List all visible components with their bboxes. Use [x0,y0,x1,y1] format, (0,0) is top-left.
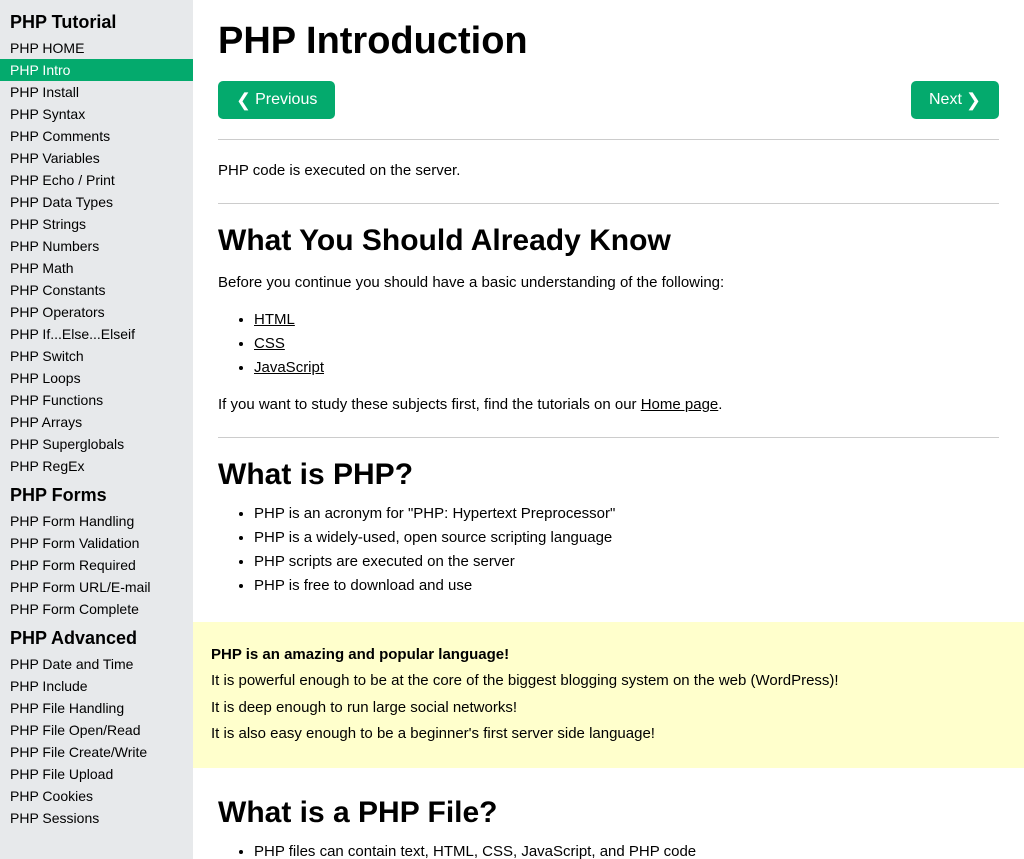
divider [218,437,999,438]
divider [218,139,999,140]
list-item: PHP is an acronym for "PHP: Hypertext Pr… [254,502,999,526]
sidebar-item[interactable]: PHP Functions [0,389,193,411]
intro-paragraph: PHP code is executed on the server. [218,160,999,183]
sidebar-item[interactable]: PHP Comments [0,125,193,147]
sidebar-item[interactable]: PHP Cookies [0,785,193,807]
know-paragraph: Before you continue you should have a ba… [218,272,999,295]
subject-link[interactable]: HTML [254,311,295,328]
note-panel: PHP is an amazing and popular language! … [193,622,1024,768]
note-bold: PHP is an amazing and popular language! [211,644,1006,667]
list-item: PHP scripts are executed on the server [254,550,999,574]
next-button[interactable]: Next ❯ [911,81,999,119]
next-label: Next [929,91,962,109]
list-item: PHP files can contain text, HTML, CSS, J… [254,840,999,859]
sidebar-item[interactable]: PHP File Create/Write [0,741,193,763]
sidebar-item[interactable]: PHP Form Validation [0,532,193,554]
divider [218,203,999,204]
sidebar-item[interactable]: PHP Include [0,675,193,697]
sidebar-item[interactable]: PHP Install [0,81,193,103]
file-list: PHP files can contain text, HTML, CSS, J… [254,840,999,859]
sidebar-item[interactable]: PHP Form Complete [0,598,193,620]
list-item: PHP is a widely-used, open source script… [254,526,999,550]
sidebar-item[interactable]: PHP Intro [0,59,193,81]
sidebar-item[interactable]: PHP Switch [0,345,193,367]
sidebar-item[interactable]: PHP Echo / Print [0,169,193,191]
nav-button-row: ❮ Previous Next ❯ [218,81,999,119]
know-heading: What You Should Already Know [218,224,999,258]
note-line: It is deep enough to run large social ne… [211,697,1006,720]
sidebar-item[interactable]: PHP Math [0,257,193,279]
page-title: PHP Introduction [218,20,999,63]
sidebar-item[interactable]: PHP RegEx [0,455,193,477]
sidebar-item[interactable]: PHP Syntax [0,103,193,125]
note-line: It is powerful enough to be at the core … [211,670,1006,693]
sidebar-item[interactable]: PHP Numbers [0,235,193,257]
previous-label: Previous [255,91,317,109]
list-item: HTML [254,308,999,332]
sidebar-item[interactable]: PHP Loops [0,367,193,389]
sidebar-section-title: PHP Tutorial [0,4,193,37]
what-heading: What is PHP? [218,458,999,492]
sidebar-item[interactable]: PHP File Handling [0,697,193,719]
chevron-left-icon: ❮ [236,91,251,109]
sidebar-item[interactable]: PHP File Open/Read [0,719,193,741]
sidebar-item[interactable]: PHP If...Else...Elseif [0,323,193,345]
subject-link[interactable]: CSS [254,335,285,352]
list-item: JavaScript [254,356,999,380]
sidebar-item[interactable]: PHP Superglobals [0,433,193,455]
chevron-right-icon: ❯ [966,91,981,109]
sidebar-item[interactable]: PHP Sessions [0,807,193,829]
sidebar-item[interactable]: PHP Date and Time [0,653,193,675]
note-line: It is also easy enough to be a beginner'… [211,723,1006,746]
list-item: PHP is free to download and use [254,574,999,598]
file-heading: What is a PHP File? [218,796,999,830]
sidebar-item[interactable]: PHP Data Types [0,191,193,213]
what-list: PHP is an acronym for "PHP: Hypertext Pr… [254,502,999,598]
sidebar-section-title: PHP Advanced [0,620,193,653]
sidebar-section-title: PHP Forms [0,477,193,510]
sidebar-item[interactable]: PHP Constants [0,279,193,301]
sidebar-item[interactable]: PHP HOME [0,37,193,59]
list-item: CSS [254,332,999,356]
sidebar-item[interactable]: PHP Form Required [0,554,193,576]
previous-button[interactable]: ❮ Previous [218,81,335,119]
main-content: PHP Introduction ❮ Previous Next ❯ PHP c… [193,0,1024,859]
sidebar-item[interactable]: PHP Strings [0,213,193,235]
sidebar-item[interactable]: PHP Form Handling [0,510,193,532]
sidebar-item[interactable]: PHP File Upload [0,763,193,785]
sidebar-item[interactable]: PHP Arrays [0,411,193,433]
sidebar-item[interactable]: PHP Variables [0,147,193,169]
subject-link[interactable]: JavaScript [254,359,324,376]
know-home-paragraph: If you want to study these subjects firs… [218,394,999,417]
sidebar-item[interactable]: PHP Form URL/E-mail [0,576,193,598]
sidebar-item[interactable]: PHP Operators [0,301,193,323]
know-list: HTML CSS JavaScript [254,308,999,380]
home-page-link[interactable]: Home page [641,396,719,413]
sidebar: PHP TutorialPHP HOMEPHP IntroPHP Install… [0,0,193,859]
